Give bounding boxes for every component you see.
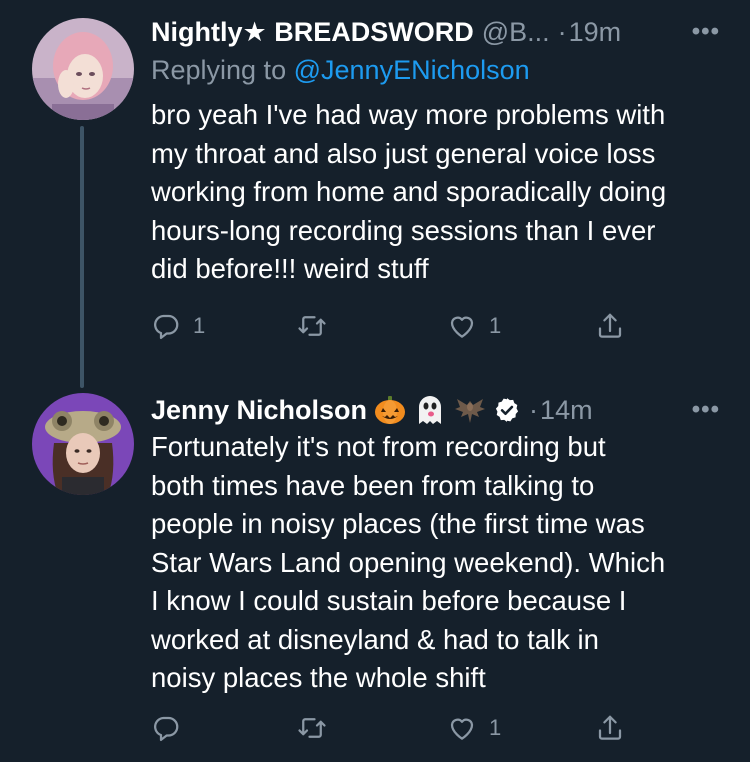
retweet-button[interactable]: [297, 306, 339, 346]
separator-dot: ·: [557, 17, 567, 47]
tweet-actions: 1: [151, 708, 631, 748]
thread-connector-line: [80, 126, 84, 388]
tweet-text: bro yeah I've had way more problems with…: [151, 96, 720, 289]
more-options-icon[interactable]: •••: [692, 390, 720, 430]
tweet-text-line: working from home and sporadically doing: [151, 176, 667, 207]
tweet-actions: 1 1: [151, 306, 631, 346]
reply-icon: [154, 314, 179, 339]
tweet-text-line: Star Wars Land opening weekend). Which: [151, 546, 666, 578]
tweet-text-line: people in noisy places (the first time w…: [151, 508, 645, 539]
tweet-content: Jenny Nicholson · 14m ••• Fortunately it…: [151, 390, 720, 698]
more-options-icon[interactable]: •••: [692, 12, 720, 52]
tweet-reply[interactable]: Nightly★ BREADSWORD @B... · 19m ••• Repl…: [0, 0, 750, 388]
avatar-image: [32, 393, 134, 495]
share-icon: [598, 313, 622, 338]
like-count: 1: [489, 313, 502, 338]
share-icon: [598, 715, 622, 740]
like-button[interactable]: 1: [447, 708, 501, 748]
share-button[interactable]: [595, 306, 625, 346]
retweet-button[interactable]: [297, 708, 339, 748]
conversation-thread: Nightly★ BREADSWORD @B... · 19m ••• Repl…: [0, 0, 750, 762]
display-name[interactable]: Jenny Nicholson: [151, 390, 367, 430]
tweet-text-line: noisy places the whole shift: [151, 662, 486, 693]
tweet-text-line: Fortunately it's not from recording but: [151, 431, 606, 462]
verified-badge-icon: [495, 398, 519, 422]
reply-button[interactable]: 1: [151, 306, 205, 346]
tweet-header: Nightly★ BREADSWORD @B... · 19m •••: [151, 12, 720, 52]
tweet-text-line: worked at disneyland & had to talk in: [151, 623, 599, 655]
display-name[interactable]: Nightly★ BREADSWORD: [151, 12, 474, 52]
reply-button[interactable]: [151, 708, 193, 748]
avatar-image: [32, 18, 134, 120]
retweet-icon: [298, 316, 326, 336]
replying-to: Replying to @JennyENicholson: [151, 52, 720, 88]
share-button[interactable]: [595, 708, 625, 748]
tweet-content: Nightly★ BREADSWORD @B... · 19m ••• Repl…: [151, 12, 720, 289]
timestamp[interactable]: 14m: [540, 390, 593, 430]
heart-icon: [450, 316, 474, 338]
pumpkin-emoji: [375, 396, 406, 424]
heart-icon: [450, 718, 474, 740]
like-count: 1: [489, 715, 502, 740]
tweet-text-line: both times have been from talking to: [151, 469, 595, 501]
tweet-text-line: hours-long recording sessions than I eve…: [151, 214, 656, 246]
like-button[interactable]: 1: [447, 306, 501, 346]
tweet-text-line: I know I could sustain before because I: [151, 585, 627, 616]
tweet-text-line: bro yeah I've had way more problems with: [151, 99, 666, 130]
tweet-text-line: my throat and also just general voice lo…: [151, 137, 656, 169]
tweet-text: Fortunately it's not from recording but …: [151, 428, 720, 698]
avatar[interactable]: [32, 393, 134, 495]
timestamp[interactable]: 19m: [569, 12, 622, 52]
replying-to-label: Replying to: [151, 55, 287, 85]
reply-icon: [154, 716, 179, 741]
tweet-reply[interactable]: Jenny Nicholson · 14m ••• Fortunately it…: [0, 378, 750, 762]
separator-dot: ·: [529, 395, 539, 425]
avatar[interactable]: [32, 18, 134, 120]
bat-emoji: [455, 399, 486, 423]
tweet-text-line: did before!!! weird stuff: [151, 253, 429, 284]
user-handle[interactable]: @B...: [482, 12, 550, 52]
ghost-emoji: [419, 396, 442, 424]
reply-mention-link[interactable]: @JennyENicholson: [294, 55, 530, 85]
retweet-icon: [298, 718, 326, 738]
reply-count: 1: [193, 313, 206, 338]
tweet-header: Jenny Nicholson · 14m •••: [151, 390, 720, 430]
